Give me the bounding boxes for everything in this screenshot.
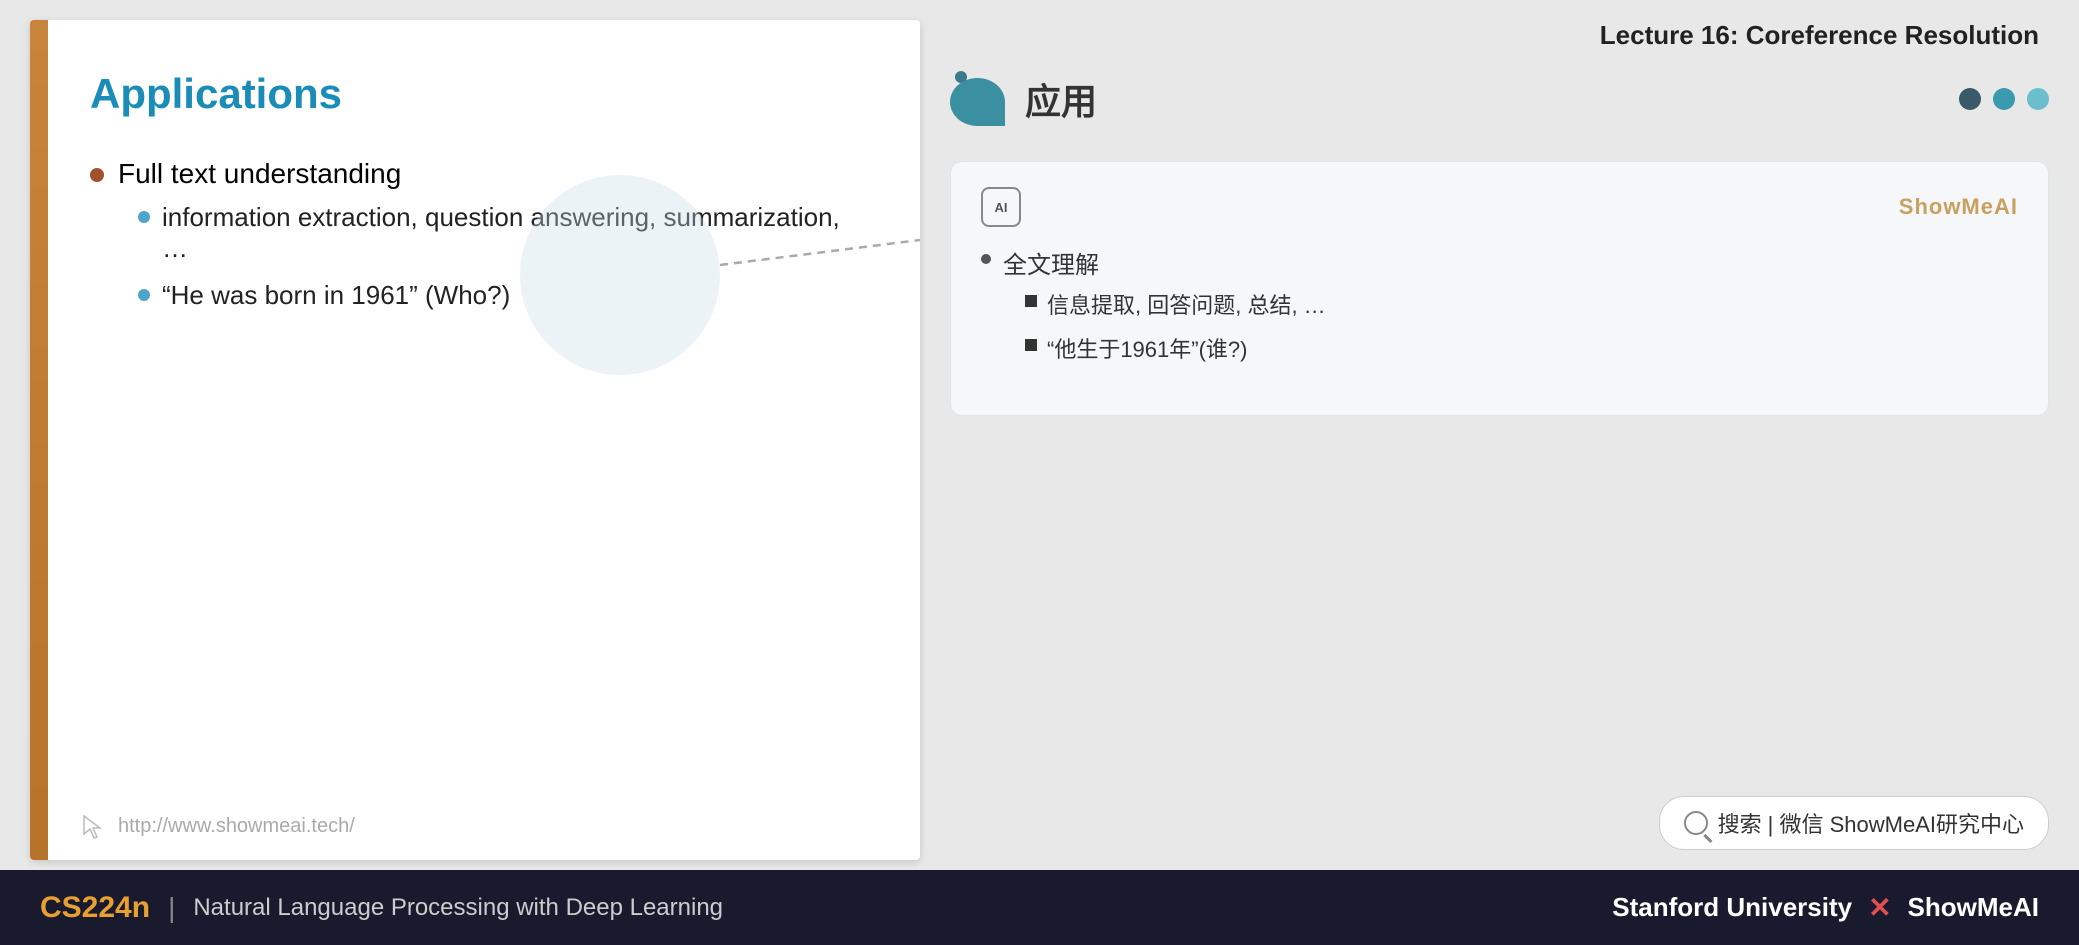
search-icon-handle: [1703, 833, 1712, 842]
section-header: 应用: [950, 71, 2049, 126]
bullet-dot-card: [981, 254, 991, 264]
nav-dot-3[interactable]: [2027, 88, 2049, 110]
spacer: [950, 436, 2049, 776]
bullet-item-1: Full text understanding information extr…: [90, 158, 860, 327]
slide-bullet-list: Full text understanding information extr…: [90, 158, 860, 327]
pipe-separator: |: [168, 892, 175, 924]
card-sub-text-1: 信息提取, 回答问题, 总结, …: [1047, 288, 1326, 320]
sub-bullet-item-1: information extraction, question answeri…: [138, 202, 860, 264]
card-sub-text-2: “他生于1961年”(谁?): [1047, 332, 1247, 364]
teal-icon: [950, 71, 1010, 126]
bottom-bar: CS224n | Natural Language Processing wit…: [0, 870, 2079, 945]
translation-card: AI ShowMeAI 全文理解 信息提取, 回答问题, 总结, …: [950, 161, 2049, 416]
bottom-left: CS224n | Natural Language Processing wit…: [40, 891, 723, 925]
slide-panel: Applications Full text understanding inf…: [30, 20, 920, 860]
nav-dots: [1959, 88, 2049, 110]
main-container: Applications Full text understanding inf…: [0, 0, 2079, 945]
sub-bullet-list: information extraction, question answeri…: [138, 202, 860, 311]
bottom-right: Stanford University ✕ ShowMeAI: [1612, 891, 2039, 924]
cs224n-label: CS224n: [40, 891, 150, 925]
nav-dot-2[interactable]: [1993, 88, 2015, 110]
card-sub-item-1: 信息提取, 回答问题, 总结, …: [1025, 288, 1326, 320]
search-icon-circle: [1684, 811, 1708, 835]
sub-bullet-text-1: information extraction, question answeri…: [162, 202, 860, 264]
card-content: 全文理解 信息提取, 回答问题, 总结, … “他生于1961年”(谁?): [981, 245, 2018, 376]
sub-bullet-text-2: “He was born in 1961” (Who?): [162, 280, 510, 311]
nav-dot-1[interactable]: [1959, 88, 1981, 110]
bullet-square-1: [1025, 295, 1037, 307]
ai-icon: AI: [981, 187, 1021, 227]
slide-footer-url: http://www.showmeai.tech/: [118, 815, 355, 838]
bullet-text-wrapper: Full text understanding information extr…: [118, 158, 860, 327]
card-main-text: 全文理解: [1003, 252, 1099, 279]
card-sub-item-2: “他生于1961年”(谁?): [1025, 332, 1326, 364]
slide-content: Applications Full text understanding inf…: [30, 20, 920, 860]
x-mark: ✕: [1868, 891, 1891, 924]
card-header: AI ShowMeAI: [981, 187, 2018, 227]
cursor-icon: [80, 812, 108, 840]
search-container: 搜索 | 微信 ShowMeAI研究中心: [950, 796, 2049, 860]
course-name: Natural Language Processing with Deep Le…: [193, 894, 723, 922]
teal-shape: [950, 78, 1005, 126]
showmeai-brand: ShowMeAI: [1899, 194, 2018, 220]
bullet-dot-brown: [90, 168, 104, 182]
right-panel: Lecture 16: Coreference Resolution 应用: [950, 20, 2049, 860]
section-icon-title: 应用: [950, 71, 1097, 126]
search-bar[interactable]: 搜索 | 微信 ShowMeAI研究中心: [1659, 796, 2049, 850]
showmeai-label: ShowMeAI: [1908, 892, 2039, 923]
section-title-cn: 应用: [1025, 73, 1097, 125]
university-name: Stanford University: [1612, 892, 1852, 923]
spotlight-circle: [520, 175, 720, 375]
lecture-title: Lecture 16: Coreference Resolution: [950, 20, 2049, 51]
sub-bullet-item-2: “He was born in 1961” (Who?): [138, 280, 860, 311]
content-area: Applications Full text understanding inf…: [0, 0, 2079, 870]
bullet-square-2: [1025, 339, 1037, 351]
ai-icon-text: AI: [995, 200, 1008, 215]
card-sub-list: 信息提取, 回答问题, 总结, … “他生于1961年”(谁?): [1025, 288, 1326, 364]
slide-accent-bar: [30, 20, 48, 860]
card-bullet-main: 全文理解 信息提取, 回答问题, 总结, … “他生于1961年”(谁?): [981, 245, 2018, 376]
card-main-text-wrapper: 全文理解 信息提取, 回答问题, 总结, … “他生于1961年”(谁?): [1003, 245, 1326, 376]
bullet-dot-blue-1: [138, 211, 150, 223]
slide-footer: http://www.showmeai.tech/: [80, 812, 355, 840]
search-icon: [1684, 811, 1708, 835]
search-bar-text: 搜索 | 微信 ShowMeAI研究中心: [1718, 807, 2024, 839]
bullet-main-text: Full text understanding: [118, 158, 401, 189]
slide-title: Applications: [90, 70, 860, 118]
bullet-dot-blue-2: [138, 289, 150, 301]
